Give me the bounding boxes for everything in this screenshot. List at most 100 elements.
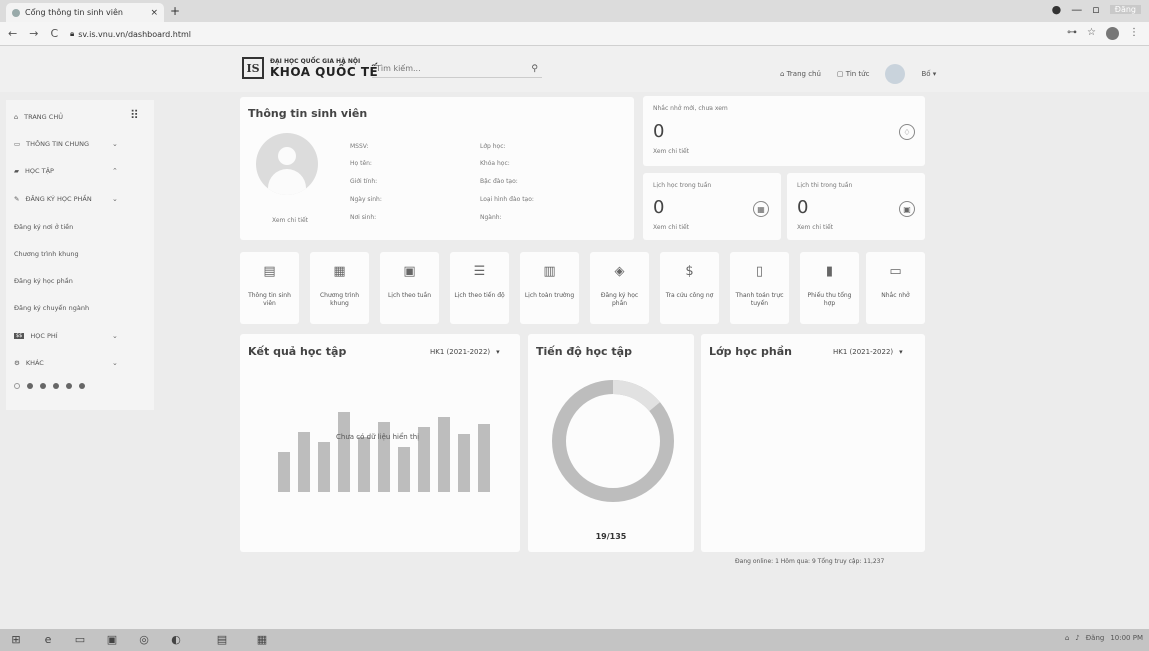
maximize-button[interactable]: ▫ — [1092, 3, 1099, 16]
folder-icon[interactable]: ▭ — [72, 632, 88, 648]
sidebar-sub-item[interactable]: Đăng ký chuyển ngành — [14, 304, 89, 312]
color-dot[interactable] — [40, 383, 46, 389]
url-field[interactable]: 🔒︎ sv.is.vnu.vn/dashboard.html — [70, 26, 1070, 42]
term-value: HK1 (2021-2022) — [833, 348, 894, 356]
tile-label: Nhắc nhở — [881, 292, 910, 299]
language-indicator[interactable]: Đăng — [1086, 634, 1105, 642]
reload-icon[interactable]: C — [50, 27, 58, 40]
term-select[interactable]: HK1 (2021-2022) ▾ — [833, 348, 903, 356]
chevron-up-icon: ⌃ — [112, 167, 118, 175]
network-icon[interactable]: ⌂ — [1065, 634, 1069, 642]
ie-icon[interactable]: e — [40, 632, 56, 648]
browser-tab[interactable]: Cổng thông tin sinh viên × — [6, 3, 164, 22]
card-title: Lớp học phần — [709, 345, 792, 358]
chrome-icon[interactable]: ◎ — [136, 632, 152, 648]
chevron-down-icon: ⌄ — [112, 195, 118, 203]
search-icon[interactable]: ⚲ — [531, 64, 538, 74]
star-icon[interactable]: ☆ — [1087, 27, 1096, 40]
app-icon[interactable]: ▣ — [104, 632, 120, 648]
info-label: Loại hình đào tạo: — [480, 196, 534, 203]
color-dot[interactable] — [27, 383, 33, 389]
sidebar-sub-item[interactable]: Đăng ký nơi ở tiền — [14, 223, 73, 231]
tile-progress-schedule[interactable]: ☰ Lịch theo tiến độ — [450, 252, 509, 324]
tile-course-registration[interactable]: ◈ Đăng ký học phần — [590, 252, 649, 324]
sidebar-item-tuition[interactable]: $$ HỌC PHÍ ⌄ — [14, 328, 118, 344]
close-button[interactable]: Đăng — [1109, 5, 1141, 14]
chevron-down-icon: ▾ — [496, 348, 500, 356]
user-avatar[interactable] — [885, 64, 906, 84]
tile-label: Thông tin sinh viên — [248, 292, 291, 307]
clock[interactable]: 10:00 PM — [1110, 634, 1143, 642]
tile-online-payment[interactable]: ▯ Thanh toán trực tuyến — [730, 252, 789, 324]
menu-dots-icon[interactable]: ⋮ — [1129, 27, 1139, 40]
money-icon: $$ — [14, 333, 25, 339]
new-tab-button[interactable]: + — [170, 4, 180, 18]
view-detail-link[interactable]: Xem chi tiết — [653, 224, 689, 231]
invoice-icon: ▯ — [755, 264, 764, 279]
info-label: Giới tính: — [350, 178, 378, 185]
apps-grid-icon[interactable]: ⠿ — [130, 108, 139, 122]
profile-avatar-icon[interactable] — [1106, 27, 1119, 40]
logo-mark: IS — [242, 57, 264, 79]
address-bar-row: ← → C 🔒︎ sv.is.vnu.vn/dashboard.html ⊶ ☆… — [0, 22, 1149, 46]
color-dot[interactable] — [79, 383, 85, 389]
sidebar-sub-item[interactable]: Đăng ký học phần — [14, 277, 73, 285]
color-dot[interactable] — [14, 383, 20, 389]
tab-close-icon[interactable]: × — [150, 8, 158, 18]
tile-week-schedule[interactable]: ▣ Lịch theo tuần — [380, 252, 439, 324]
tile-debt-lookup[interactable]: $ Tra cứu công nợ — [660, 252, 719, 324]
user-menu[interactable]: Bố ▾ — [921, 70, 936, 78]
sidebar-item-label: TRANG CHỦ — [24, 113, 63, 121]
tile-receipts[interactable]: ▮ Phiếu thu tổng hợp — [800, 252, 859, 324]
tile-school-schedule[interactable]: ▥ Lịch toàn trường — [520, 252, 579, 324]
sidebar-item-study[interactable]: ▰ HỌC TẬP ⌃ — [14, 163, 118, 179]
forward-icon[interactable]: → — [29, 27, 38, 40]
windows-start-icon[interactable]: ⊞ — [8, 632, 24, 648]
bell-icon: ♢ — [899, 124, 915, 140]
browser-tab-bar: Cổng thông tin sinh viên × + ● — ▫ Đăng — [0, 0, 1149, 22]
view-detail-link[interactable]: Xem chi tiết — [272, 217, 308, 224]
nav-home[interactable]: ⌂ Trang chủ — [780, 70, 821, 78]
site-logo[interactable]: IS ĐẠI HỌC QUỐC GIA HÀ NỘI KHOA QUỐC TẾ — [242, 57, 378, 79]
account-circle-icon[interactable]: ● — [1052, 3, 1062, 16]
nav-news-label: Tin tức — [845, 70, 870, 78]
tile-label: Phiếu thu tổng hợp — [807, 292, 852, 307]
tile-reminders[interactable]: ▭ Nhắc nhở — [866, 252, 925, 324]
list-icon: ☰ — [473, 264, 486, 279]
calendar-icon: ▦ — [753, 201, 769, 217]
volume-icon[interactable]: ♪ — [1075, 634, 1079, 642]
back-icon[interactable]: ← — [8, 27, 17, 40]
home-icon: ⌂ — [14, 113, 19, 121]
placeholder-bar — [438, 417, 450, 492]
calendar-check-icon: ▣ — [899, 201, 915, 217]
empty-state-text: Chưa có dữ liệu hiển thị — [336, 433, 420, 441]
view-detail-link[interactable]: Xem chi tiết — [797, 224, 833, 231]
week-schedule-card: Lịch học trong tuần 0 Xem chi tiết ▦ — [643, 173, 781, 240]
tile-label: Tra cứu công nợ — [665, 292, 714, 299]
lock-icon: 🔒︎ — [70, 29, 75, 38]
color-dot[interactable] — [66, 383, 72, 389]
key-icon[interactable]: ⊶ — [1067, 27, 1077, 40]
tile-student-info[interactable]: ▤ Thông tin sinh viên — [240, 252, 299, 324]
sidebar-item-label: HỌC TẬP — [25, 167, 54, 175]
view-detail-link[interactable]: Xem chi tiết — [653, 148, 689, 155]
receipt-icon: ▮ — [825, 264, 834, 279]
sidebar-item-general-info[interactable]: ▭ THÔNG TIN CHUNG ⌄ — [14, 136, 118, 152]
excel-icon[interactable]: ▦ — [254, 632, 270, 648]
search-input[interactable] — [376, 64, 506, 73]
minimize-button[interactable]: — — [1071, 3, 1082, 16]
term-select[interactable]: HK1 (2021-2022) ▾ — [430, 348, 500, 356]
browser-toolbar-icons: ⊶ ☆ ⋮ — [1067, 27, 1139, 40]
tile-curriculum[interactable]: ▦ Chương trình khung — [310, 252, 369, 324]
sidebar-sub-item[interactable]: Chương trình khung — [14, 250, 79, 258]
sidebar-item-registration[interactable]: ✎ ĐĂNG KÝ HỌC PHẦN ⌄ — [14, 191, 118, 207]
graduation-cap-icon: ▰ — [14, 167, 19, 175]
color-dot[interactable] — [53, 383, 59, 389]
edge-icon[interactable]: ◐ — [168, 632, 184, 648]
nav-news[interactable]: ▢ Tin tức — [837, 70, 870, 78]
info-label: Ngành: — [480, 214, 502, 221]
sidebar: ⠿ ⌂ TRANG CHỦ ▭ THÔNG TIN CHUNG ⌄ ▰ HỌC … — [6, 100, 154, 410]
sidebar-item-other[interactable]: ⚙ KHÁC ⌄ — [14, 355, 118, 371]
word-icon[interactable]: ▤ — [214, 632, 230, 648]
sidebar-item-home[interactable]: ⌂ TRANG CHỦ — [14, 109, 63, 125]
